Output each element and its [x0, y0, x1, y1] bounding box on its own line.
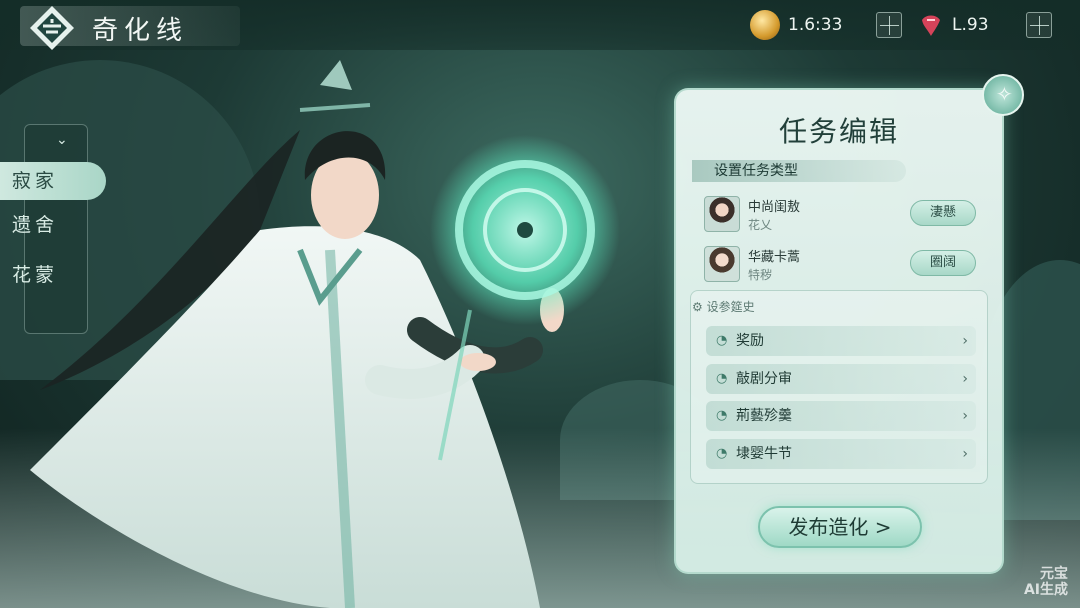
chevron-right-icon: › — [962, 408, 968, 424]
person-name: 中尚闺敖 — [748, 200, 801, 215]
option-label: 荊藝殄羹 — [736, 408, 792, 424]
coin-icon — [750, 10, 780, 40]
person-name: 华藏卡蒿 — [748, 250, 801, 265]
coin-add-button[interactable] — [876, 12, 902, 38]
top-bar: 奇化线 1.6:33 L.93 — [0, 0, 1080, 50]
person-row: 中尚闺敖 花乂 淒懸 — [704, 196, 976, 236]
option-label: 奖励 — [736, 333, 764, 349]
person-action-button[interactable]: 淒懸 — [910, 200, 976, 226]
chevron-right-icon: › — [962, 333, 968, 349]
option-icon: ◔ — [716, 333, 728, 348]
option-icon: ◔ — [716, 371, 728, 386]
coin-counter: 1.6:33 — [750, 10, 842, 40]
settings-label: ⚙ 设参筵史 — [692, 300, 755, 314]
person-role: 特秽 — [748, 268, 773, 282]
settings-label-text: 设参筵史 — [706, 300, 755, 314]
person-role: 花乂 — [748, 218, 773, 232]
section-header: 设置任务类型 — [692, 160, 906, 182]
option-icon: ◔ — [716, 446, 728, 461]
chevron-down-icon: ⌄ — [56, 132, 68, 148]
gem-icon — [922, 15, 940, 36]
sidebar-item-3[interactable]: 花蒙 — [0, 256, 106, 294]
logo-icon[interactable] — [28, 4, 76, 52]
gem-counter: L.93 — [918, 10, 989, 40]
option-label: 埭婴牛节 — [736, 446, 792, 462]
watermark: 元宝 AI生成 — [1024, 566, 1068, 598]
person-row: 华藏卡蒿 特秽 圈阔 — [704, 246, 976, 286]
option-item[interactable]: ◔ 荊藝殄羹 › — [706, 401, 976, 431]
avatar — [704, 196, 740, 232]
task-edit-panel: 任务编辑 设置任务类型 中尚闺敖 花乂 淒懸 华藏卡蒿 特秽 圈阔 ⚙ 设参筵史… — [674, 88, 1004, 574]
option-label: 敲剧分审 — [736, 371, 792, 387]
publish-button[interactable]: 发布造化 > — [758, 506, 922, 548]
coin-value: 1.6:33 — [788, 15, 843, 35]
option-item[interactable]: ◔ 埭婴牛节 › — [706, 439, 976, 469]
option-reward[interactable]: ◔ 奖励 › — [706, 326, 976, 356]
diamond-icon[interactable]: ✧ — [982, 74, 1024, 116]
game-title: 奇化线 — [92, 16, 189, 46]
grid-icon[interactable] — [1026, 12, 1052, 38]
person-action-button[interactable]: 圈阔 — [910, 250, 976, 276]
panel-title: 任务编辑 — [778, 115, 899, 148]
option-icon: ◔ — [716, 408, 728, 423]
watermark-line1: 元宝 — [1040, 566, 1068, 582]
avatar — [704, 246, 740, 282]
chevron-right-icon: › — [962, 371, 968, 387]
watermark-line2: AI生成 — [1023, 582, 1068, 598]
chevron-right-icon: › — [962, 446, 968, 462]
sidebar-item-2[interactable]: 遗舍 — [0, 206, 106, 244]
option-item[interactable]: ◔ 敲剧分审 › — [706, 364, 976, 394]
character-illustration — [30, 60, 620, 608]
sidebar-item-home[interactable]: 寂家 — [0, 162, 106, 200]
gem-value: L.93 — [952, 15, 989, 35]
